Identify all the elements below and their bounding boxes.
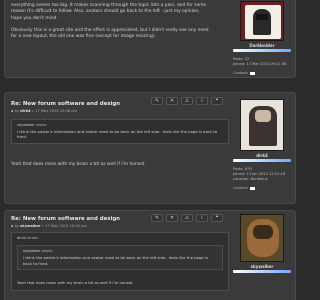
delete-button[interactable]: ✕ xyxy=(166,97,178,105)
username[interactable]: Darkbolder xyxy=(233,43,291,48)
quote-text: I think the poster's information and ava… xyxy=(17,129,218,140)
quote-block: dirk4 wrote: skywalker wrote: I think th… xyxy=(11,232,229,292)
avatar[interactable] xyxy=(240,1,284,41)
quote-text: I think the poster's information and ava… xyxy=(23,255,208,266)
rank-indicator xyxy=(233,49,291,52)
post-text: Yeah that does mess with my brain a bit … xyxy=(11,161,145,167)
rank-indicator xyxy=(233,270,291,273)
contact-icon[interactable] xyxy=(250,186,256,190)
post-author[interactable]: skywalker xyxy=(20,224,40,228)
warn-button[interactable]: ⚠ xyxy=(181,97,193,105)
contact: Contact: xyxy=(233,71,291,76)
edit-button[interactable]: ✎ xyxy=(151,214,163,222)
quote-citation: dirk4 wrote: xyxy=(17,236,39,240)
warn-button[interactable]: ⚠ xyxy=(181,214,193,222)
post-author[interactable]: dirk4 xyxy=(20,109,30,113)
post-2: Re: New forum software and design ▪ by d… xyxy=(4,92,296,204)
username[interactable]: skywalker xyxy=(233,264,291,269)
edit-button[interactable]: ✎ xyxy=(151,97,163,105)
post-text-line: for a new layout, the old one was fine (… xyxy=(11,34,156,40)
info-button[interactable]: i xyxy=(196,97,208,105)
avatar[interactable] xyxy=(240,99,284,151)
post-date: » 17 May 2015 10:08 pm xyxy=(31,109,77,113)
post-actions: ✎ ✕ ⚠ i ❝ xyxy=(151,214,223,222)
post-profile: dirk4 Posts: 679 Joined: 13 Jan 2013 12:… xyxy=(233,99,291,191)
nested-quote-block: skywalker wrote: I think the poster's in… xyxy=(17,245,223,270)
post-byline: ▪ by skywalker » 17 May 2015 10:34 pm xyxy=(11,224,87,228)
quote-block: skywalker wrote: I think the poster's in… xyxy=(11,119,229,144)
post-icon: ▪ xyxy=(11,109,14,113)
username[interactable]: dirk4 xyxy=(233,153,291,158)
post-actions: ✎ ✕ ⚠ i ❝ xyxy=(151,97,223,105)
post-body: everything seems too big. It makes scann… xyxy=(11,3,229,40)
info-button[interactable]: i xyxy=(196,214,208,222)
quote-citation: skywalker wrote: xyxy=(17,123,48,127)
rank-indicator xyxy=(233,159,291,162)
post-byline: ▪ by dirk4 » 17 May 2015 10:08 pm xyxy=(11,109,77,113)
post-profile: Darkbolder Posts: 22 Joined: 17 Mar 2013… xyxy=(233,1,291,76)
quote-button[interactable]: ❝ xyxy=(211,97,223,105)
quote-button[interactable]: ❝ xyxy=(211,214,223,222)
post-text-line: reason it's difficult to follow. Also, a… xyxy=(11,9,200,15)
contact: Contact: xyxy=(233,186,291,191)
quote-citation: skywalker wrote: xyxy=(23,249,54,254)
delete-button[interactable]: ✕ xyxy=(166,214,178,222)
post-date: » 17 May 2015 10:34 pm xyxy=(41,224,87,228)
joined-date: Joined: 17 Mar 2013 09:11:38 xyxy=(233,62,287,66)
post-body: Re: New forum software and design ▪ by d… xyxy=(11,101,229,168)
post-body: Re: New forum software and design ▪ by s… xyxy=(11,216,229,292)
post-profile: skywalker xyxy=(233,214,291,273)
contact-icon[interactable] xyxy=(250,71,256,75)
post-icon: ▪ xyxy=(11,224,14,228)
avatar[interactable] xyxy=(240,214,284,262)
quote-text: Yeah that does mess with my brain a bit … xyxy=(17,279,133,285)
post-text: everything seems too big. It makes scann… xyxy=(11,3,229,40)
post-3: Re: New forum software and design ▪ by s… xyxy=(4,210,296,300)
post-1: everything seems too big. It makes scann… xyxy=(4,0,296,78)
